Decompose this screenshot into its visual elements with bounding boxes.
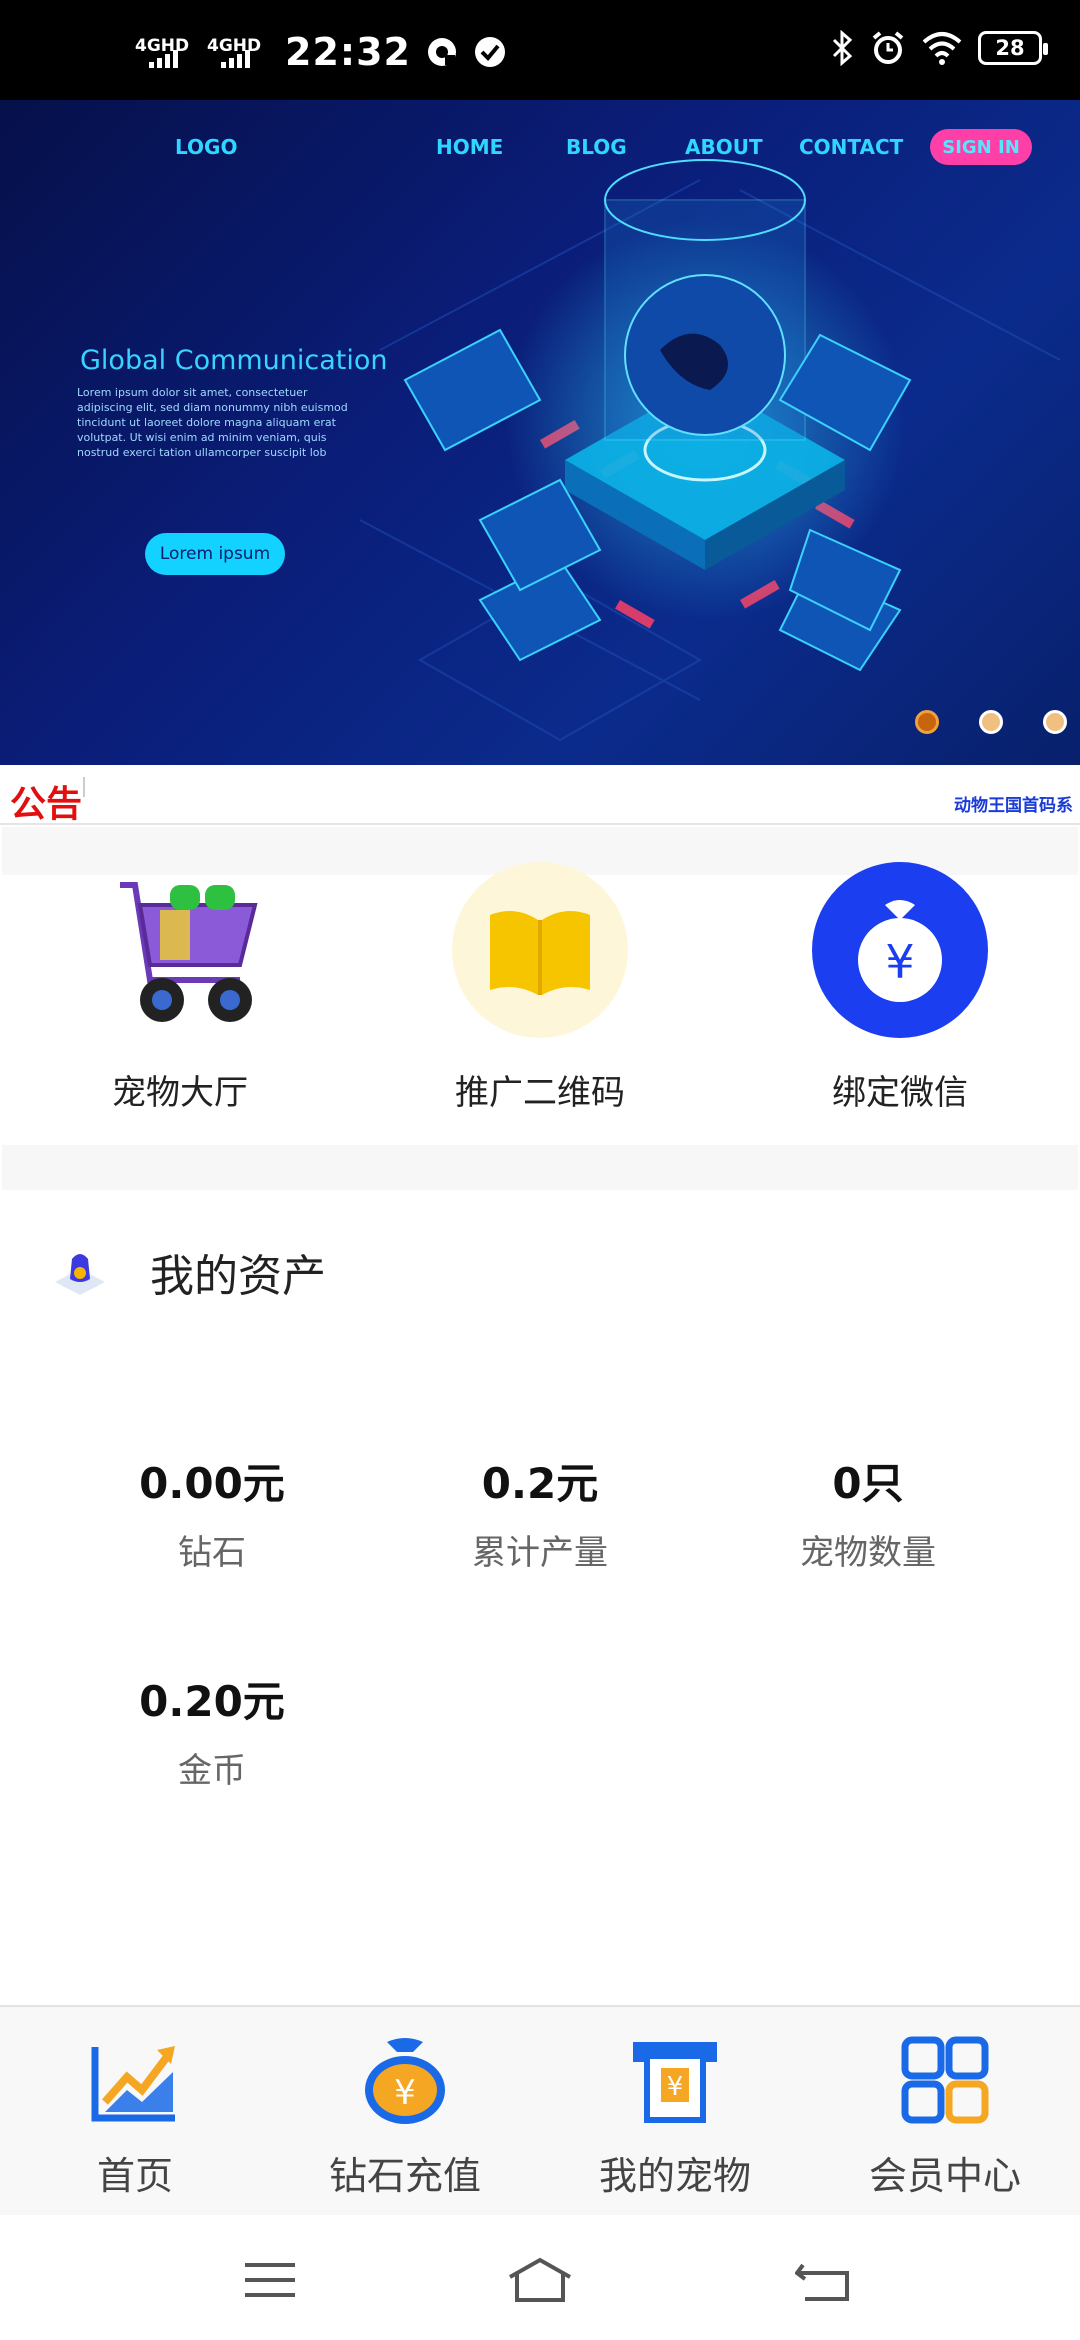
tab-home[interactable]: 首页 [0, 2007, 270, 2217]
money-bag-icon: ¥ [365, 2038, 445, 2124]
assets-title: 我的资产 [150, 1251, 326, 1302]
signal-1-icon: 4GHD [135, 32, 193, 72]
shopping-cart-icon [120, 882, 258, 1022]
home-icon[interactable] [505, 2255, 575, 2305]
signal-2-icon: 4GHD [207, 32, 265, 72]
bluetooth-icon [832, 30, 853, 66]
money-bag-icon: ¥ [812, 862, 988, 1038]
svg-text:¥: ¥ [667, 2072, 684, 2102]
system-navigation-bar [0, 2215, 1080, 2340]
sync-icon [427, 38, 456, 66]
tab-my-pets[interactable]: ¥ 我的宠物 [540, 2007, 810, 2217]
back-icon[interactable] [795, 2255, 855, 2305]
notice-marquee-text[interactable]: 动物王国首码系 [954, 791, 1080, 816]
asset-diamond: 0.00元 钻石 [139, 1459, 285, 1573]
banner-logo[interactable]: LOGO [175, 135, 237, 159]
divider [83, 777, 85, 797]
grid-icon [901, 2036, 989, 2124]
banner-nav-blog[interactable]: BLOG [566, 135, 627, 159]
asset-gold-coin: 0.20元 金币 [139, 1677, 285, 1791]
banner-body: Lorem ipsum dolor sit amet, consectetuer… [77, 386, 348, 459]
battery-icon: 28 [978, 31, 1048, 65]
notice-label: 公告 [10, 784, 83, 825]
trend-chart-icon [91, 2046, 175, 2122]
section-divider [2, 1145, 1078, 1190]
banner-cta-button[interactable]: Lorem ipsum [145, 533, 285, 575]
book-icon [452, 862, 628, 1038]
tab-diamond-recharge[interactable]: ¥ 钻石充值 [270, 2007, 540, 2217]
tab-member-center[interactable]: 会员中心 [810, 2007, 1080, 2217]
carousel-dot[interactable] [915, 710, 939, 734]
carousel-dot[interactable] [1043, 710, 1067, 734]
alarm-icon [872, 31, 904, 64]
svg-text:¥: ¥ [394, 2073, 416, 2113]
check-circle-icon [474, 37, 505, 67]
carousel-dot[interactable] [979, 710, 1003, 734]
banner-carousel[interactable]: LOGO HOME BLOG ABOUT CONTACT SIGN IN Glo… [0, 100, 1080, 765]
banner-title: Global Communication [80, 345, 388, 376]
svg-text:¥: ¥ [885, 935, 914, 989]
banner-sign-in-button[interactable]: SIGN IN [930, 129, 1032, 165]
menu-icon[interactable] [240, 2255, 300, 2305]
assets-icon [55, 1254, 105, 1295]
atm-card-icon: ¥ [633, 2042, 717, 2123]
banner-nav-contact[interactable]: CONTACT [799, 135, 903, 159]
clock: 22:32 [285, 30, 411, 74]
asset-pet-count: 0只 宠物数量 [800, 1459, 936, 1573]
wifi-icon [922, 32, 962, 65]
status-bar: 4GHD 4GHD 22:32 28 [0, 0, 1080, 100]
carousel-indicators [915, 710, 1067, 734]
banner-nav-about[interactable]: ABOUT [685, 135, 763, 159]
my-assets-panel: 我的资产 0.00元 钻石 0.2元 累计产量 0只 宠物数量 0.20元 金币 [0, 1190, 1080, 2010]
quick-links: 宠物大厅 推广二维码 ¥ 绑定微信 [0, 855, 1080, 1145]
banner-nav-home[interactable]: HOME [436, 135, 503, 159]
asset-total-output: 0.2元 累计产量 [472, 1459, 608, 1573]
bottom-tab-bar: 首页 ¥ 钻石充值 ¥ 我的宠物 会员中心 [0, 2005, 1080, 2215]
notice-bar[interactable]: 公告 动物王国首码系 [0, 765, 1080, 825]
